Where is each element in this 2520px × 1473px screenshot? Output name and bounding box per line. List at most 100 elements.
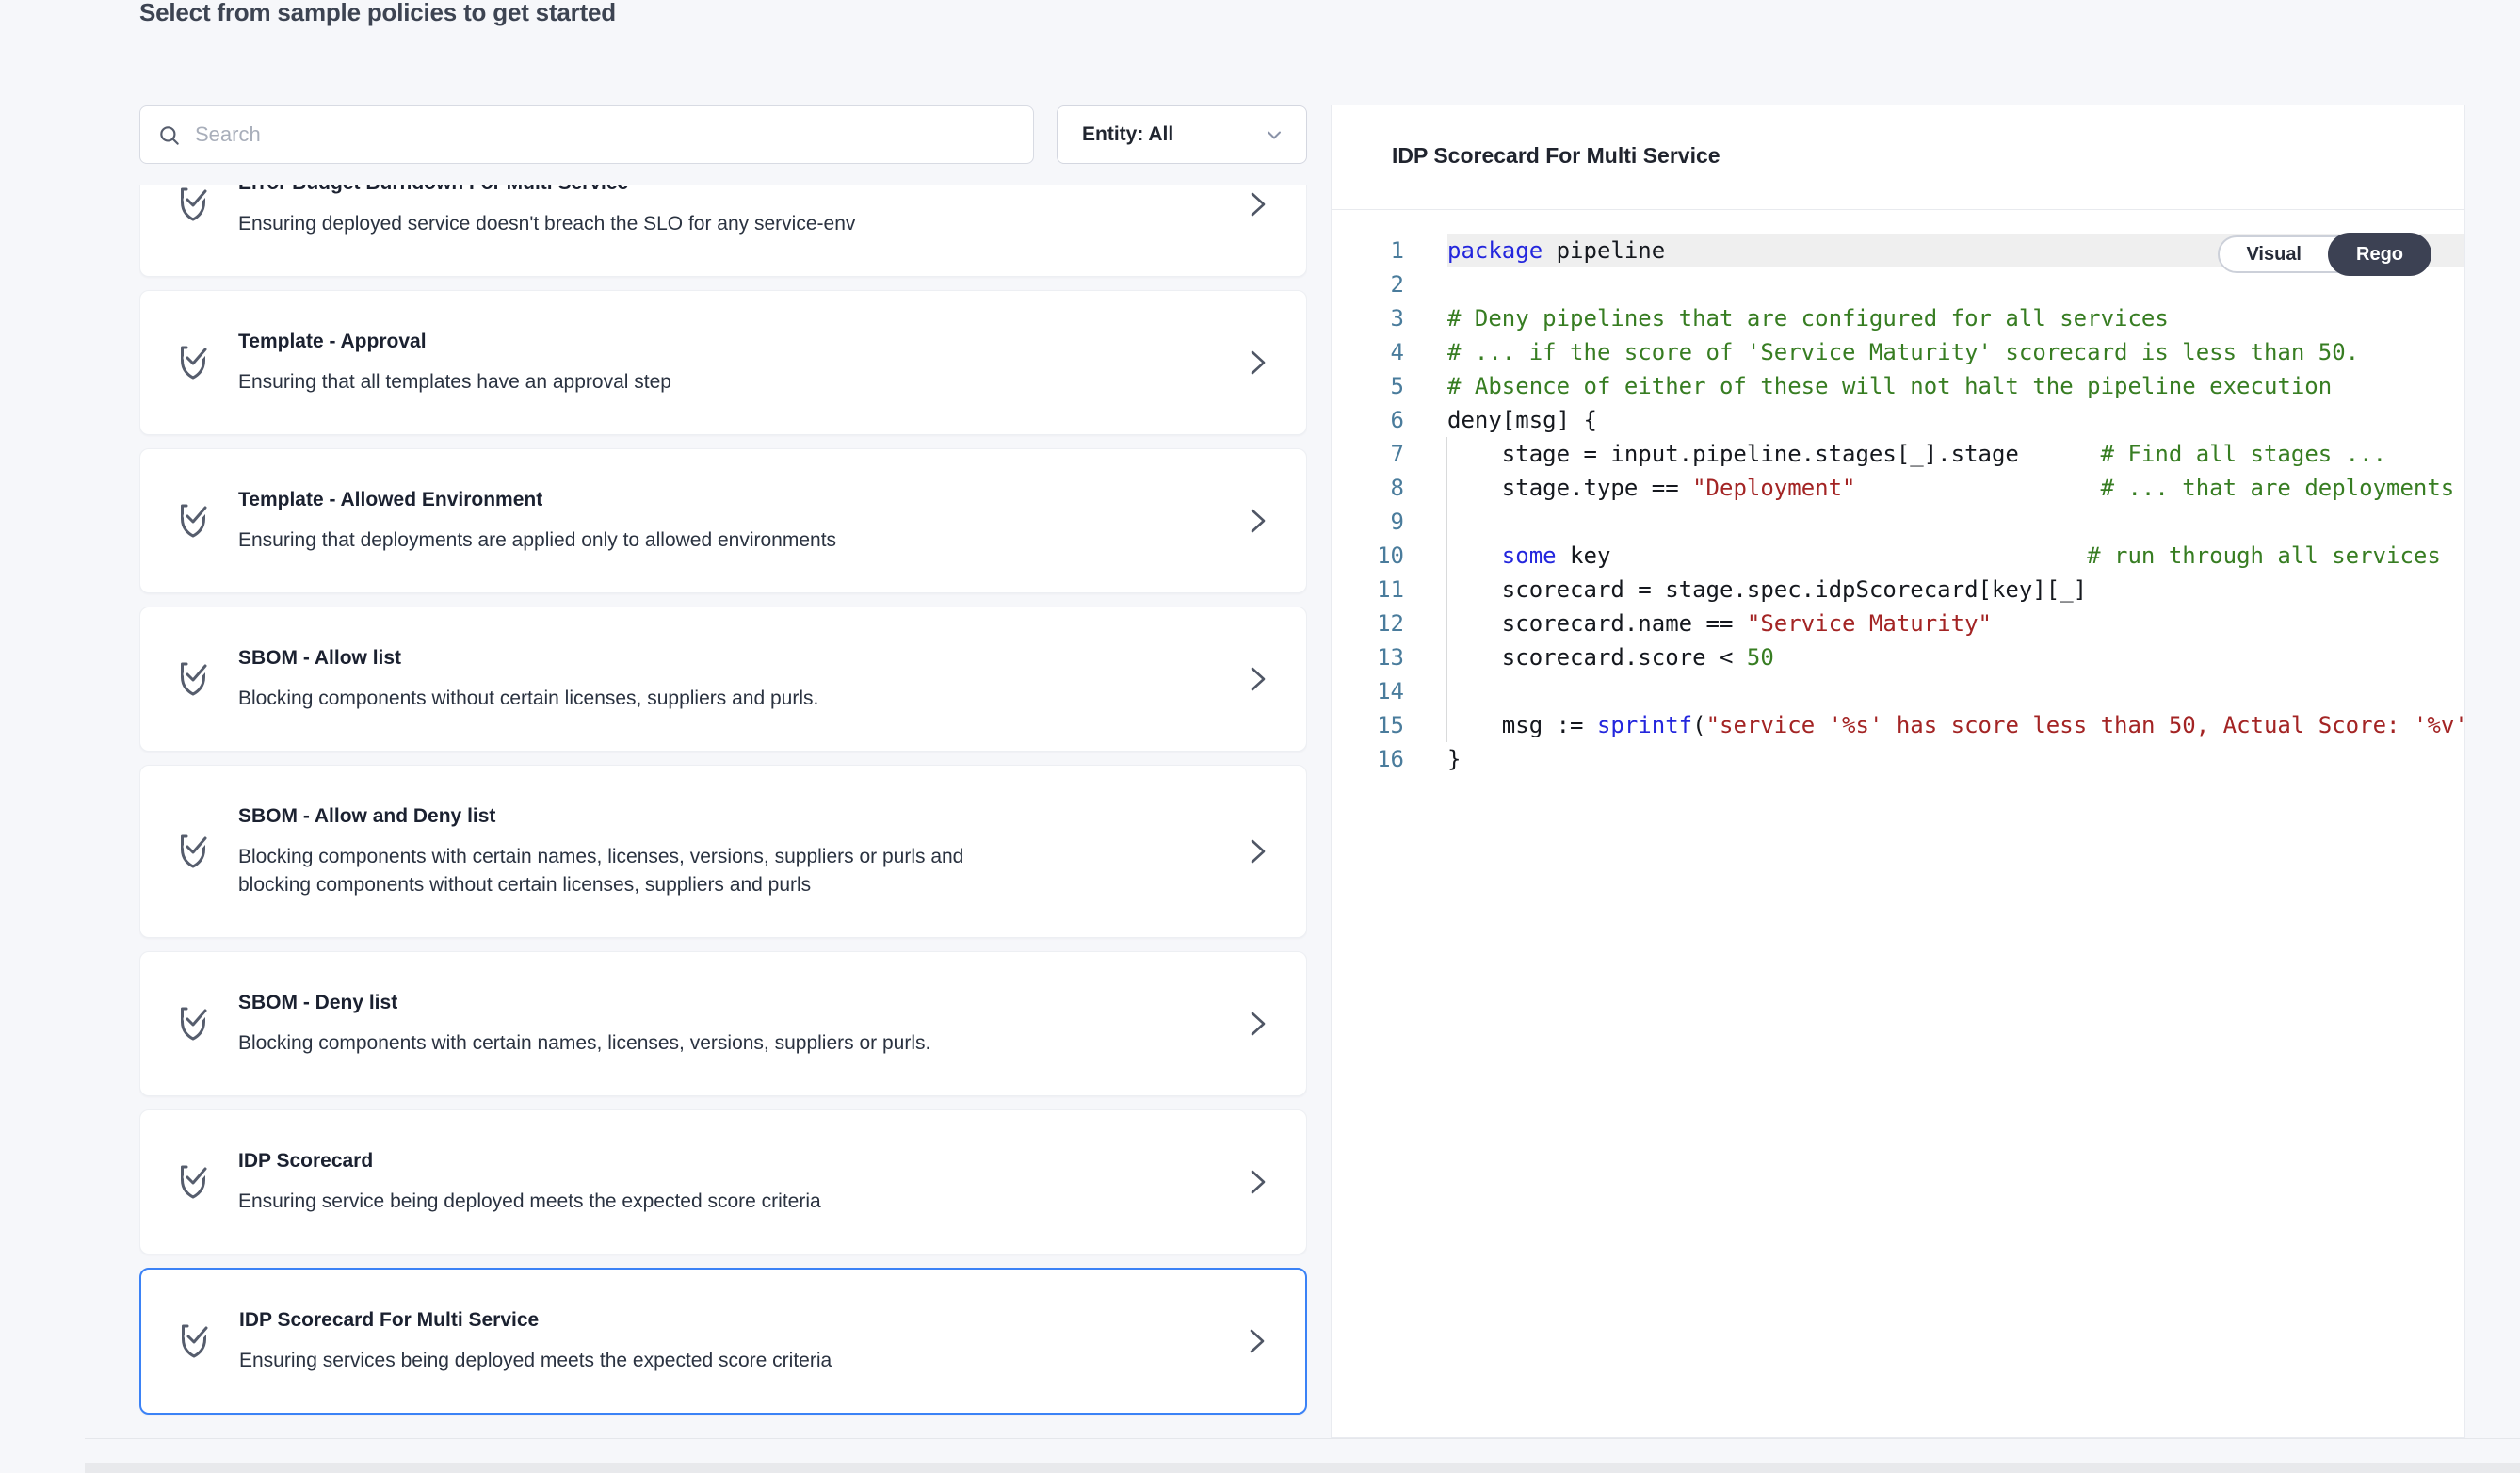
policy-description: Ensuring deployed service doesn't breach… bbox=[238, 210, 973, 238]
line-content: scorecard.score < 50 bbox=[1447, 640, 2464, 674]
search-box bbox=[139, 105, 1034, 164]
bottom-scroll-track bbox=[85, 1463, 2520, 1473]
code-line: 10 some key # run through all services bbox=[1332, 539, 2464, 573]
line-number: 12 bbox=[1332, 607, 1404, 640]
line-number: 2 bbox=[1332, 267, 1404, 301]
policy-browser: Entity: All Error Budget Burndown For Mu… bbox=[139, 105, 1307, 1443]
code-line: 5 # Absence of either of these will not … bbox=[1332, 369, 2464, 403]
toggle-rego[interactable]: Rego bbox=[2328, 233, 2431, 276]
line-number: 11 bbox=[1332, 573, 1404, 607]
line-content: # ... if the score of 'Service Maturity'… bbox=[1447, 335, 2464, 369]
shield-check-icon bbox=[174, 829, 219, 874]
code-line: 9 bbox=[1332, 505, 2464, 539]
bottom-divider bbox=[85, 1438, 2520, 1439]
line-content bbox=[1447, 505, 2464, 539]
policy-title: SBOM - Allow and Deny list bbox=[238, 803, 1193, 830]
preview-header: IDP Scorecard For Multi Service bbox=[1332, 105, 2464, 210]
policy-description: Blocking components with certain names, … bbox=[238, 843, 973, 899]
line-content: } bbox=[1447, 742, 2464, 776]
policy-title: SBOM - Allow list bbox=[238, 645, 1193, 672]
shield-check-icon bbox=[174, 1159, 219, 1205]
policy-title: Template - Approval bbox=[238, 329, 1193, 355]
policy-card[interactable]: SBOM - Allow list Blocking components wi… bbox=[139, 607, 1307, 752]
visual-rego-toggle: Visual Rego bbox=[2218, 235, 2431, 273]
code-lines: 1 package pipeline 2 3 # Deny pipelines … bbox=[1332, 234, 2464, 776]
entity-filter-dropdown[interactable]: Entity: All bbox=[1057, 105, 1307, 164]
code-line: 15 msg := sprintf("service '%s' has scor… bbox=[1332, 708, 2464, 742]
code-line: 13 scorecard.score < 50 bbox=[1332, 640, 2464, 674]
line-number: 10 bbox=[1332, 539, 1404, 573]
policy-description: Blocking components with certain names, … bbox=[238, 1029, 973, 1058]
line-content: # Absence of either of these will not ha… bbox=[1447, 369, 2464, 403]
code-line: 14 bbox=[1332, 674, 2464, 708]
line-number: 9 bbox=[1332, 505, 1404, 539]
code-line: 11 scorecard = stage.spec.idpScorecard[k… bbox=[1332, 573, 2464, 607]
policy-title: IDP Scorecard bbox=[238, 1148, 1193, 1174]
code-line: 4 # ... if the score of 'Service Maturit… bbox=[1332, 335, 2464, 369]
preview-title: IDP Scorecard For Multi Service bbox=[1392, 143, 1720, 169]
code-line: 7 stage = input.pipeline.stages[_].stage… bbox=[1332, 437, 2464, 471]
line-number: 3 bbox=[1332, 301, 1404, 335]
chevron-right-icon bbox=[1241, 1326, 1271, 1356]
policy-title: IDP Scorecard For Multi Service bbox=[239, 1307, 1192, 1334]
line-number: 16 bbox=[1332, 742, 1404, 776]
line-content: msg := sprintf("service '%s' has score l… bbox=[1447, 708, 2464, 742]
line-content: some key # run through all services bbox=[1447, 539, 2464, 573]
shield-check-icon bbox=[174, 1001, 219, 1046]
policy-description: Ensuring service being deployed meets th… bbox=[238, 1188, 973, 1216]
line-number: 5 bbox=[1332, 369, 1404, 403]
line-number: 4 bbox=[1332, 335, 1404, 369]
policy-title: Template - Allowed Environment bbox=[238, 487, 1193, 513]
line-content: stage.type == "Deployment" # ... that ar… bbox=[1447, 471, 2464, 505]
line-number: 13 bbox=[1332, 640, 1404, 674]
policy-preview-panel: IDP Scorecard For Multi Service Visual R… bbox=[1331, 105, 2465, 1438]
line-content: # Deny pipelines that are configured for… bbox=[1447, 301, 2464, 335]
policy-card[interactable]: IDP Scorecard For Multi Service Ensuring… bbox=[139, 1268, 1307, 1415]
policy-description: Ensuring services being deployed meets t… bbox=[239, 1347, 974, 1375]
chevron-right-icon bbox=[1242, 836, 1272, 866]
shield-check-icon bbox=[175, 1319, 220, 1364]
code-line: 8 stage.type == "Deployment" # ... that … bbox=[1332, 471, 2464, 505]
chevron-right-icon bbox=[1242, 1167, 1272, 1197]
policy-card[interactable]: SBOM - Allow and Deny list Blocking comp… bbox=[139, 765, 1307, 938]
policy-description: Ensuring that all templates have an appr… bbox=[238, 368, 973, 397]
chevron-down-icon bbox=[1263, 123, 1285, 146]
chevron-right-icon bbox=[1242, 348, 1272, 378]
code-line: 6 deny[msg] { bbox=[1332, 403, 2464, 437]
shield-check-icon bbox=[174, 498, 219, 543]
policy-card[interactable]: Template - Approval Ensuring that all te… bbox=[139, 290, 1307, 435]
search-icon bbox=[157, 123, 182, 148]
policy-card[interactable]: SBOM - Deny list Blocking components wit… bbox=[139, 951, 1307, 1096]
search-input[interactable] bbox=[195, 106, 1024, 163]
rego-code-editor[interactable]: 1 package pipeline 2 3 # Deny pipelines … bbox=[1332, 211, 2464, 1437]
line-number: 8 bbox=[1332, 471, 1404, 505]
chevron-right-icon bbox=[1242, 664, 1272, 694]
line-content: scorecard = stage.spec.idpScorecard[key]… bbox=[1447, 573, 2464, 607]
policy-card[interactable]: Error Budget Burndown For Multi Service … bbox=[139, 185, 1307, 277]
line-number: 7 bbox=[1332, 437, 1404, 471]
line-number: 6 bbox=[1332, 403, 1404, 437]
policy-card[interactable]: Template - Allowed Environment Ensuring … bbox=[139, 448, 1307, 593]
code-line: 3 # Deny pipelines that are configured f… bbox=[1332, 301, 2464, 335]
policy-list[interactable]: Error Budget Burndown For Multi Service … bbox=[139, 185, 1307, 1443]
chevron-right-icon bbox=[1242, 1009, 1272, 1039]
shield-check-icon bbox=[174, 185, 219, 227]
policy-description: Blocking components without certain lice… bbox=[238, 685, 973, 713]
line-content: stage = input.pipeline.stages[_].stage #… bbox=[1447, 437, 2464, 471]
code-line: 12 scorecard.name == "Service Maturity" bbox=[1332, 607, 2464, 640]
policy-card[interactable]: IDP Scorecard Ensuring service being dep… bbox=[139, 1109, 1307, 1254]
policy-description: Ensuring that deployments are applied on… bbox=[238, 526, 973, 555]
entity-filter-label: Entity: All bbox=[1082, 123, 1173, 146]
toggle-visual[interactable]: Visual bbox=[2220, 237, 2328, 271]
policy-title: SBOM - Deny list bbox=[238, 990, 1193, 1016]
policy-title: Error Budget Burndown For Multi Service bbox=[238, 185, 1193, 197]
line-content: scorecard.name == "Service Maturity" bbox=[1447, 607, 2464, 640]
line-content bbox=[1447, 674, 2464, 708]
shield-check-icon bbox=[174, 340, 219, 385]
line-number: 14 bbox=[1332, 674, 1404, 708]
code-line: 16 } bbox=[1332, 742, 2464, 776]
indent-guide bbox=[1446, 437, 1447, 742]
search-row: Entity: All bbox=[139, 105, 1307, 164]
line-content: deny[msg] { bbox=[1447, 403, 2464, 437]
line-number: 1 bbox=[1332, 234, 1404, 267]
